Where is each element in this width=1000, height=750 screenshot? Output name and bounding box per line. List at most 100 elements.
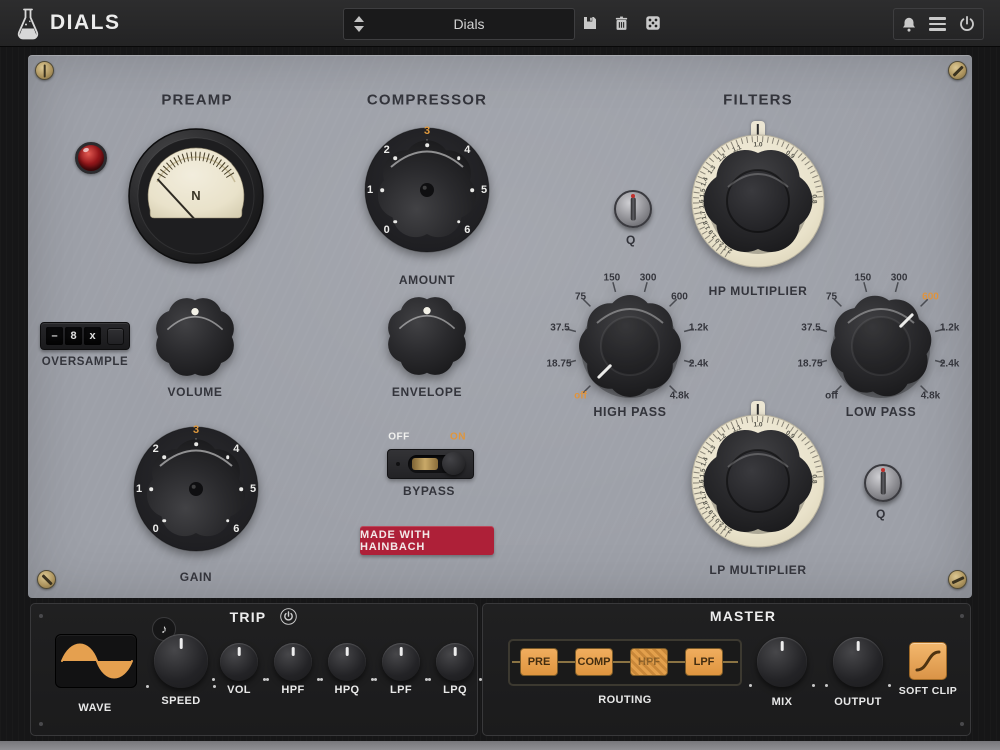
gain-knob[interactable]: 0 1 2 3 4 5 6 — [121, 414, 271, 564]
amount-knob[interactable]: 0 1 2 3 4 5 6 — [352, 115, 502, 265]
hp-mult-1.0: 1.0 — [753, 142, 762, 149]
mix-label: MIX — [772, 696, 793, 708]
preset-prev-next-arrows[interactable] — [354, 16, 364, 32]
delete-preset-icon[interactable] — [613, 14, 630, 33]
hp-freq-4.8k: 4.8k — [670, 390, 689, 401]
gain-label: GAIN — [180, 570, 212, 584]
routing-lpf-button[interactable]: LPF — [685, 648, 723, 676]
oversample-switch[interactable]: – 8 x — [40, 322, 130, 350]
master-title: MASTER — [710, 608, 776, 624]
wave-label: WAVE — [78, 702, 111, 714]
gain-scale-2: 2 — [153, 443, 159, 455]
hp-mult-0.8: 0.8 — [810, 194, 817, 203]
trip-lpf-label: LPF — [390, 684, 412, 696]
trip-vol-label: VOL — [227, 684, 251, 696]
notifications-bell-icon[interactable] — [900, 15, 918, 34]
amount-scale-6: 6 — [464, 224, 470, 236]
hp-q-knob[interactable] — [614, 190, 652, 228]
signal-led — [75, 142, 107, 174]
volume-knob[interactable] — [149, 291, 241, 388]
app-title: DIALS — [50, 11, 121, 35]
preset-down-icon[interactable] — [354, 26, 364, 32]
preset-up-icon[interactable] — [354, 16, 364, 22]
amount-scale-4: 4 — [464, 144, 470, 156]
lp-q-knob[interactable] — [864, 464, 902, 502]
trip-lpq-knob[interactable] — [436, 643, 474, 681]
envelope-knob[interactable] — [381, 290, 473, 387]
lp-freq-2.4k: 2.4k — [940, 359, 959, 370]
lp-mult-1.0: 1.0 — [753, 422, 762, 429]
gain-scale-1: 1 — [136, 483, 142, 495]
trip-hpf-knob[interactable] — [274, 643, 312, 681]
gain-scale-4: 4 — [233, 443, 239, 455]
preset-name[interactable]: Dials — [364, 16, 574, 32]
preamp-section-title: PREAMP — [161, 92, 232, 109]
plugin-window: DIALS Dials PREAMP COMPRESSOR — [0, 0, 1000, 750]
corner-screw — [35, 61, 54, 80]
oversample-digit: x — [84, 327, 101, 345]
power-icon[interactable] — [957, 14, 977, 34]
amount-scale-0: 0 — [384, 224, 390, 236]
routing-hpf-button-disabled[interactable]: HPF — [630, 648, 668, 676]
trip-vol-knob[interactable] — [220, 643, 258, 681]
soft-clip-button[interactable] — [909, 642, 947, 680]
bypass-label: BYPASS — [403, 484, 455, 498]
trip-power-icon[interactable] — [280, 608, 297, 625]
bypass-switch[interactable] — [387, 449, 474, 479]
trip-lpf-knob[interactable] — [382, 643, 420, 681]
lp-freq-600-active: 600 — [922, 291, 939, 302]
hp-freq-off-active: off — [574, 390, 587, 401]
soft-clip-curve-icon — [910, 643, 946, 679]
lp-multiplier-knob[interactable]: 1.0 1.1 1.2 1.3 1.4 1.5 1.6 1.7 1.8 1.9 … — [688, 411, 828, 551]
bypass-switch-handle[interactable] — [442, 452, 465, 475]
random-preset-dice-icon[interactable] — [644, 14, 662, 32]
meter-scale-letter: N — [191, 188, 200, 203]
gain-scale-0: 0 — [153, 523, 159, 535]
frame-bevel — [0, 741, 1000, 750]
routing-comp-button[interactable]: COMP — [575, 648, 613, 676]
sine-wave-icon — [56, 635, 136, 687]
made-with-hainbach-badge[interactable]: MADE WITH HAINBACH — [360, 526, 494, 555]
amount-scale-2: 2 — [384, 144, 390, 156]
lp-freq-1.2k: 1.2k — [940, 322, 959, 333]
trip-hpq-knob[interactable] — [328, 643, 366, 681]
envelope-label: ENVELOPE — [392, 385, 462, 399]
mix-knob[interactable] — [757, 637, 807, 687]
speed-label: SPEED — [161, 695, 200, 707]
trip-hpf-label: HPF — [281, 684, 304, 696]
amount-scale-5: 5 — [481, 184, 487, 196]
lp-mult-1.6: 1.6 — [698, 479, 705, 488]
routing-pre-button[interactable]: PRE — [520, 648, 558, 676]
hp-freq-2.4k: 2.4k — [689, 359, 708, 370]
speed-knob[interactable] — [154, 634, 208, 688]
bypass-off-label: OFF — [388, 432, 410, 443]
save-preset-icon[interactable] — [581, 14, 599, 32]
trip-hpq-label: HPQ — [334, 684, 359, 696]
wave-display[interactable] — [55, 634, 137, 688]
gain-scale-5: 5 — [250, 483, 256, 495]
output-knob[interactable] — [833, 637, 883, 687]
corner-screw — [37, 570, 56, 589]
titlebar: DIALS Dials — [0, 0, 1000, 47]
menu-icon[interactable] — [929, 17, 946, 31]
hp-freq-37.5: 37.5 — [550, 322, 569, 333]
hp-freq-600: 600 — [671, 291, 688, 302]
hp-multiplier-knob[interactable]: 1.0 1.1 1.2 1.3 1.4 1.5 1.6 1.7 1.8 1.9 … — [688, 131, 828, 271]
oversample-digit: – — [46, 327, 63, 345]
compressor-section-title: COMPRESSOR — [367, 92, 487, 109]
titlebar-right-group — [893, 8, 984, 40]
hp-freq-18.75: 18.75 — [546, 359, 571, 370]
lp-freq-300: 300 — [891, 273, 908, 284]
oversample-label: OVERSAMPLE — [42, 356, 129, 368]
hp-mult-1.6: 1.6 — [698, 199, 705, 208]
hp-freq-75: 75 — [575, 291, 586, 302]
hp-multiplier-label: HP MULTIPLIER — [709, 284, 808, 298]
oversample-button[interactable] — [107, 328, 124, 345]
lp-freq-37.5: 37.5 — [801, 322, 820, 333]
trip-title: TRIP — [230, 609, 267, 625]
filters-section-title: FILTERS — [723, 92, 793, 109]
preset-selector[interactable]: Dials — [343, 8, 575, 40]
vu-meter: N — [126, 126, 266, 271]
high-pass-label: HIGH PASS — [593, 405, 666, 419]
lp-q-label: Q — [876, 507, 886, 521]
